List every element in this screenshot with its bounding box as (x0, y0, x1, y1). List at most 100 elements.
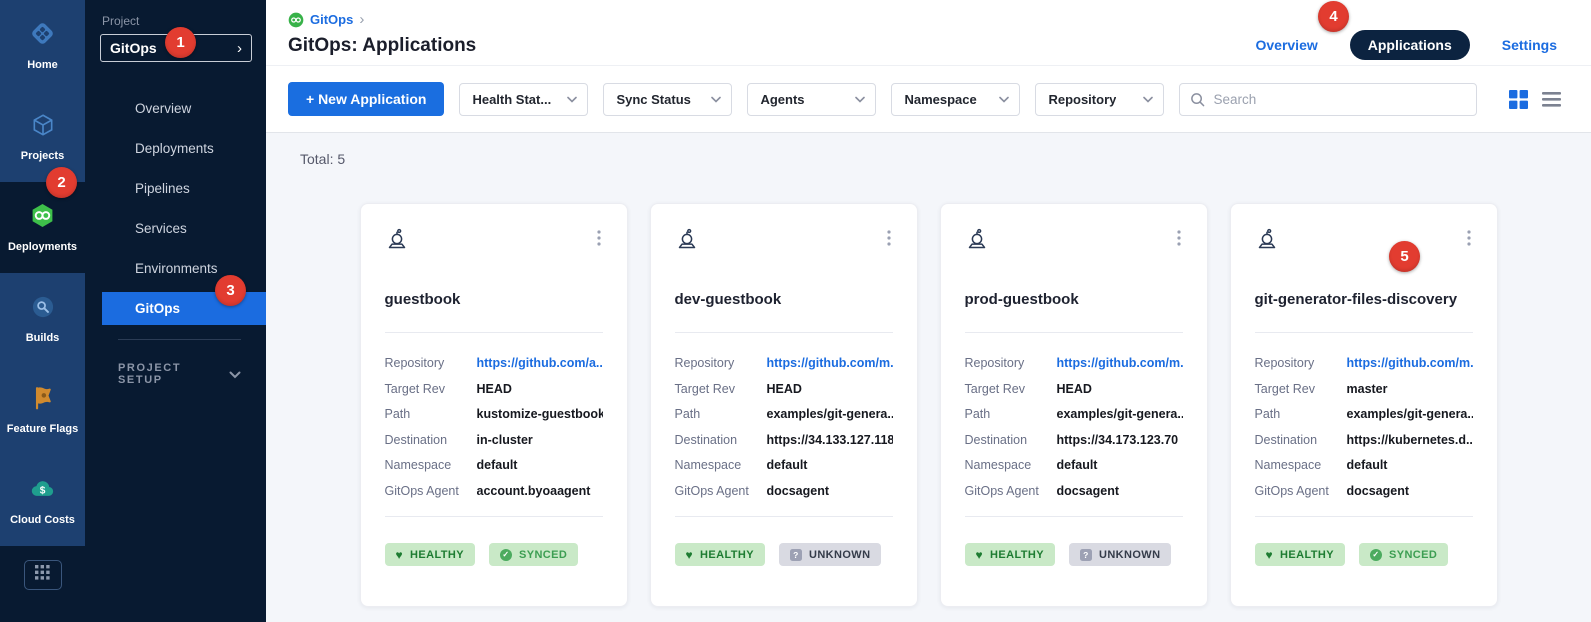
kebab-menu-icon[interactable] (1465, 228, 1473, 253)
namespace-value: default (767, 453, 893, 479)
kebab-menu-icon[interactable] (1175, 228, 1183, 253)
kebab-menu-icon[interactable] (885, 228, 893, 253)
tab-settings[interactable]: Settings (1502, 37, 1557, 53)
filter-health-status[interactable]: Health Stat... (459, 83, 588, 116)
rail-item-label: Feature Flags (7, 423, 79, 435)
health-status-badge: ♥HEALTHY (675, 543, 765, 566)
destination-value: https://34.133.127.118 (767, 428, 893, 454)
health-status-badge: ♥HEALTHY (1255, 543, 1345, 566)
filter-agents[interactable]: Agents (747, 83, 876, 116)
project-section-label: Project (102, 14, 266, 28)
repository-link[interactable]: https://github.com/a... (477, 351, 603, 377)
search-icon (1190, 92, 1205, 107)
tab-applications[interactable]: Applications (1350, 30, 1470, 60)
project-setup-label: PROJECT SETUP (118, 362, 229, 386)
health-status-badge: ♥HEALTHY (385, 543, 475, 566)
repository-link[interactable]: https://github.com/m... (1347, 351, 1473, 377)
rail-item-feature-flags[interactable]: Feature Flags (0, 364, 85, 455)
card-divider (965, 516, 1183, 517)
rail-item-label: Home (27, 59, 58, 71)
filter-sync-status[interactable]: Sync Status (603, 83, 732, 116)
apps-grid-icon (35, 565, 50, 585)
sidebar-item-overview[interactable]: Overview (102, 88, 266, 128)
rail-item-projects[interactable]: Projects (0, 91, 85, 182)
all-modules-button[interactable] (24, 560, 62, 590)
rail-item-deployments[interactable]: Deployments (0, 182, 85, 273)
check-circle-icon: ✓ (500, 549, 512, 561)
application-fields: Repositoryhttps://github.com/m... Target… (965, 351, 1183, 504)
kebab-menu-icon[interactable] (595, 228, 603, 253)
rail-item-cloud-costs[interactable]: $ Cloud Costs (0, 455, 85, 546)
search-input[interactable] (1213, 92, 1466, 107)
filter-repository[interactable]: Repository (1035, 83, 1164, 116)
view-toggles (1509, 90, 1561, 109)
sync-status-badge: ✓SYNCED (1359, 543, 1448, 566)
rail-item-home[interactable]: Home (0, 0, 85, 91)
application-card[interactable]: dev-guestbook Repositoryhttps://github.c… (650, 203, 918, 607)
rail-item-builds[interactable]: Builds (0, 273, 85, 364)
card-divider (385, 332, 603, 333)
sidebar-divider (118, 339, 241, 340)
namespace-value: default (477, 453, 603, 479)
repository-link[interactable]: https://github.com/m... (767, 351, 893, 377)
list-view-icon[interactable] (1542, 92, 1561, 107)
path-value: examples/git-genera... (767, 402, 893, 428)
feature-flags-icon (30, 385, 56, 416)
card-divider (1255, 332, 1473, 333)
breadcrumb: GitOps › (288, 11, 476, 28)
chevron-down-icon (567, 90, 577, 108)
application-card[interactable]: guestbook Repositoryhttps://github.com/a… (360, 203, 628, 607)
question-icon: ? (1080, 549, 1092, 561)
application-name: git-generator-files-discovery (1255, 291, 1473, 308)
path-value: examples/git-genera... (1057, 402, 1183, 428)
project-setup-toggle[interactable]: PROJECT SETUP (118, 362, 241, 386)
sidebar-item-deployments[interactable]: Deployments (102, 128, 266, 168)
card-divider (675, 516, 893, 517)
chevron-down-icon (229, 367, 241, 382)
rail-bottom (0, 546, 85, 622)
home-icon (29, 20, 56, 52)
card-divider (1255, 516, 1473, 517)
sync-status-badge: ?UNKNOWN (1069, 543, 1171, 566)
repository-link[interactable]: https://github.com/m... (1057, 351, 1183, 377)
gitops-agent-value: account.byoaagent (477, 479, 603, 505)
annotation-marker-2: 2 (46, 167, 77, 198)
annotation-marker-4: 4 (1318, 1, 1349, 32)
application-card[interactable]: git-generator-files-discovery Repository… (1230, 203, 1498, 607)
card-divider (965, 332, 1183, 333)
argo-app-icon (965, 228, 989, 257)
page-header: GitOps › GitOps: Applications Overview A… (266, 0, 1591, 66)
deployments-icon (29, 202, 56, 234)
builds-icon (30, 294, 56, 325)
target-rev-value: master (1347, 377, 1473, 403)
rail-item-label: Projects (21, 150, 64, 162)
projects-icon (30, 112, 56, 143)
application-card[interactable]: prod-guestbook Repositoryhttps://github.… (940, 203, 1208, 607)
heart-icon: ♥ (686, 549, 694, 561)
path-value: kustomize-guestbook (477, 402, 603, 428)
heart-icon: ♥ (1266, 549, 1274, 561)
heart-icon: ♥ (396, 549, 404, 561)
main-content: GitOps › GitOps: Applications Overview A… (266, 0, 1591, 622)
application-fields: Repositoryhttps://github.com/a... Target… (385, 351, 603, 504)
filter-namespace[interactable]: Namespace (891, 83, 1020, 116)
application-fields: Repositoryhttps://github.com/m... Target… (1255, 351, 1473, 504)
new-application-button[interactable]: + New Application (288, 82, 444, 116)
sidebar-item-pipelines[interactable]: Pipelines (102, 168, 266, 208)
breadcrumb-gitops-link[interactable]: GitOps (310, 12, 353, 27)
total-count: Total: 5 (300, 151, 1591, 167)
target-rev-value: HEAD (1057, 377, 1183, 403)
card-divider (385, 516, 603, 517)
rail-item-label: Cloud Costs (10, 514, 75, 526)
question-icon: ? (790, 549, 802, 561)
destination-value: https://kubernetes.d... (1347, 428, 1473, 454)
annotation-marker-1: 1 (165, 27, 196, 58)
sidebar-item-services[interactable]: Services (102, 208, 266, 248)
argo-app-icon (385, 228, 409, 257)
header-tabs: Overview Applications Settings (1255, 25, 1557, 65)
chevron-down-icon (855, 90, 865, 108)
heart-icon: ♥ (976, 549, 984, 561)
tab-overview[interactable]: Overview (1255, 37, 1317, 53)
chevron-down-icon (1143, 90, 1153, 108)
grid-view-icon[interactable] (1509, 90, 1528, 109)
